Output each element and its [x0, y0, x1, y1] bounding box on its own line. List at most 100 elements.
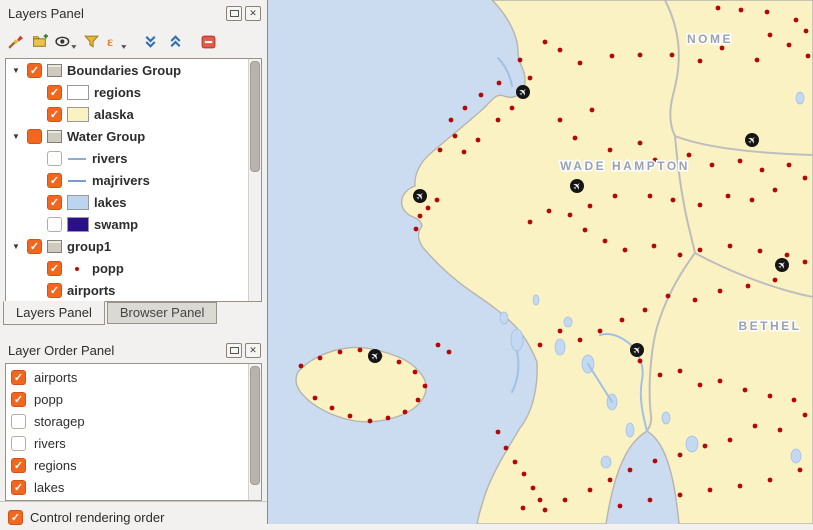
lake — [626, 423, 634, 437]
order-item-airports[interactable]: airports — [6, 366, 249, 388]
popp-point — [658, 373, 663, 378]
popp-point — [588, 488, 593, 493]
popp-point — [753, 424, 758, 429]
layer-row-regions[interactable]: regions — [6, 81, 249, 103]
layer-label: popp — [92, 261, 124, 276]
popp-point — [608, 148, 613, 153]
remove-layer-button[interactable] — [196, 29, 220, 53]
layer-row-popp[interactable]: popp — [6, 257, 249, 279]
layer-order-scrollbar[interactable] — [248, 364, 261, 500]
order-item-checkbox[interactable] — [11, 392, 26, 407]
expander-icon[interactable] — [12, 242, 22, 251]
group-checkbox[interactable] — [27, 239, 42, 254]
layer-checkbox[interactable] — [47, 85, 62, 100]
order-item-rivers[interactable]: rivers — [6, 432, 249, 454]
group-row-water-group[interactable]: Water Group — [6, 125, 249, 147]
order-item-checkbox[interactable] — [11, 458, 26, 473]
layers-panel-toolbar: ε — [0, 24, 267, 58]
map-canvas[interactable]: ✈✈✈✈✈✈✈ NOMEWADE HAMPTONBETHEL — [268, 0, 813, 524]
group-row-boundaries-group[interactable]: Boundaries Group — [6, 59, 249, 81]
group-row-group1[interactable]: group1 — [6, 235, 249, 257]
order-item-label: airports — [34, 370, 77, 385]
popp-point — [528, 220, 533, 225]
layer-row-lakes[interactable]: lakes — [6, 191, 249, 213]
layer-checkbox[interactable] — [47, 151, 62, 166]
layer-checkbox[interactable] — [47, 173, 62, 188]
expander-icon[interactable] — [12, 66, 22, 75]
popp-point — [638, 141, 643, 146]
layer-order-panel-close-button[interactable] — [245, 343, 261, 358]
layer-tree-scrollbar[interactable] — [248, 59, 261, 301]
layer-tree-box: Boundaries Group regions alaskaWater Group… — [5, 58, 262, 302]
order-item-checkbox[interactable] — [11, 370, 26, 385]
manage-visibility-button[interactable] — [53, 29, 78, 53]
order-item-label: lakes — [34, 480, 64, 495]
control-rendering-order[interactable]: Control rendering order — [0, 501, 267, 530]
layer-checkbox[interactable] — [47, 107, 62, 122]
popp-point — [678, 253, 683, 258]
expander-icon[interactable] — [12, 132, 22, 141]
popp-point — [386, 416, 391, 421]
popp-point — [413, 370, 418, 375]
expand-all-button[interactable] — [138, 29, 162, 53]
lake — [686, 436, 698, 452]
layer-row-alaska[interactable]: alaska — [6, 103, 249, 125]
popp-point — [803, 413, 808, 418]
layers-panel-close-button[interactable] — [245, 6, 261, 21]
tab-layers-panel[interactable]: Layers Panel — [3, 301, 105, 325]
popp-point — [531, 486, 536, 491]
layer-label: regions — [94, 85, 141, 100]
layer-checkbox[interactable] — [47, 217, 62, 232]
popp-point — [718, 289, 723, 294]
order-item-popp[interactable]: popp — [6, 388, 249, 410]
popp-point — [496, 118, 501, 123]
control-rendering-order-label: Control rendering order — [30, 510, 164, 525]
popp-point — [785, 253, 790, 258]
open-layer-styling-button[interactable] — [3, 29, 27, 53]
layer-row-majrivers[interactable]: majrivers — [6, 169, 249, 191]
popp-point — [299, 364, 304, 369]
popp-point — [698, 248, 703, 253]
popp-point — [716, 6, 721, 11]
popp-point — [528, 76, 533, 81]
scrollbar-thumb[interactable] — [250, 366, 260, 485]
order-item-checkbox[interactable] — [11, 436, 26, 451]
group-checkbox[interactable] — [27, 63, 42, 78]
layer-checkbox[interactable] — [47, 261, 62, 276]
order-item-checkbox[interactable] — [11, 480, 26, 495]
popp-point — [803, 176, 808, 181]
control-rendering-order-checkbox[interactable] — [8, 510, 23, 525]
layer-row-rivers[interactable]: rivers — [6, 147, 249, 169]
order-item-regions[interactable]: regions — [6, 454, 249, 476]
map-label-wade-hampton: WADE HAMPTON — [560, 159, 690, 173]
popp-point — [671, 198, 676, 203]
order-item-storagep[interactable]: storagep — [6, 410, 249, 432]
layers-panel-float-button[interactable] — [226, 6, 242, 21]
tab-browser-panel[interactable]: Browser Panel — [107, 302, 218, 324]
group-checkbox[interactable] — [27, 129, 42, 144]
layer-row-airports[interactable]: airports — [6, 279, 249, 301]
popp-point — [765, 10, 770, 15]
expression-filter-button[interactable]: ε — [104, 29, 129, 53]
order-item-checkbox[interactable] — [11, 414, 26, 429]
popp-point — [338, 350, 343, 355]
layer-label: majrivers — [92, 173, 150, 188]
collapse-all-button[interactable] — [163, 29, 187, 53]
scrollbar-thumb[interactable] — [250, 61, 260, 172]
layer-checkbox[interactable] — [47, 283, 62, 298]
popp-point — [543, 508, 548, 513]
layer-checkbox[interactable] — [47, 195, 62, 210]
filter-legend-button[interactable] — [79, 29, 103, 53]
layer-row-swamp[interactable]: swamp — [6, 213, 249, 235]
order-item-label: storagep — [34, 414, 85, 429]
popp-point — [521, 506, 526, 511]
popp-point — [623, 248, 628, 253]
order-item-lakes[interactable]: lakes — [6, 476, 249, 498]
group-label: Boundaries Group — [67, 63, 181, 78]
popp-point — [693, 298, 698, 303]
add-group-button[interactable] — [28, 29, 52, 53]
popp-point — [678, 453, 683, 458]
popp-point — [758, 249, 763, 254]
popp-point — [768, 478, 773, 483]
layer-order-panel-float-button[interactable] — [226, 343, 242, 358]
